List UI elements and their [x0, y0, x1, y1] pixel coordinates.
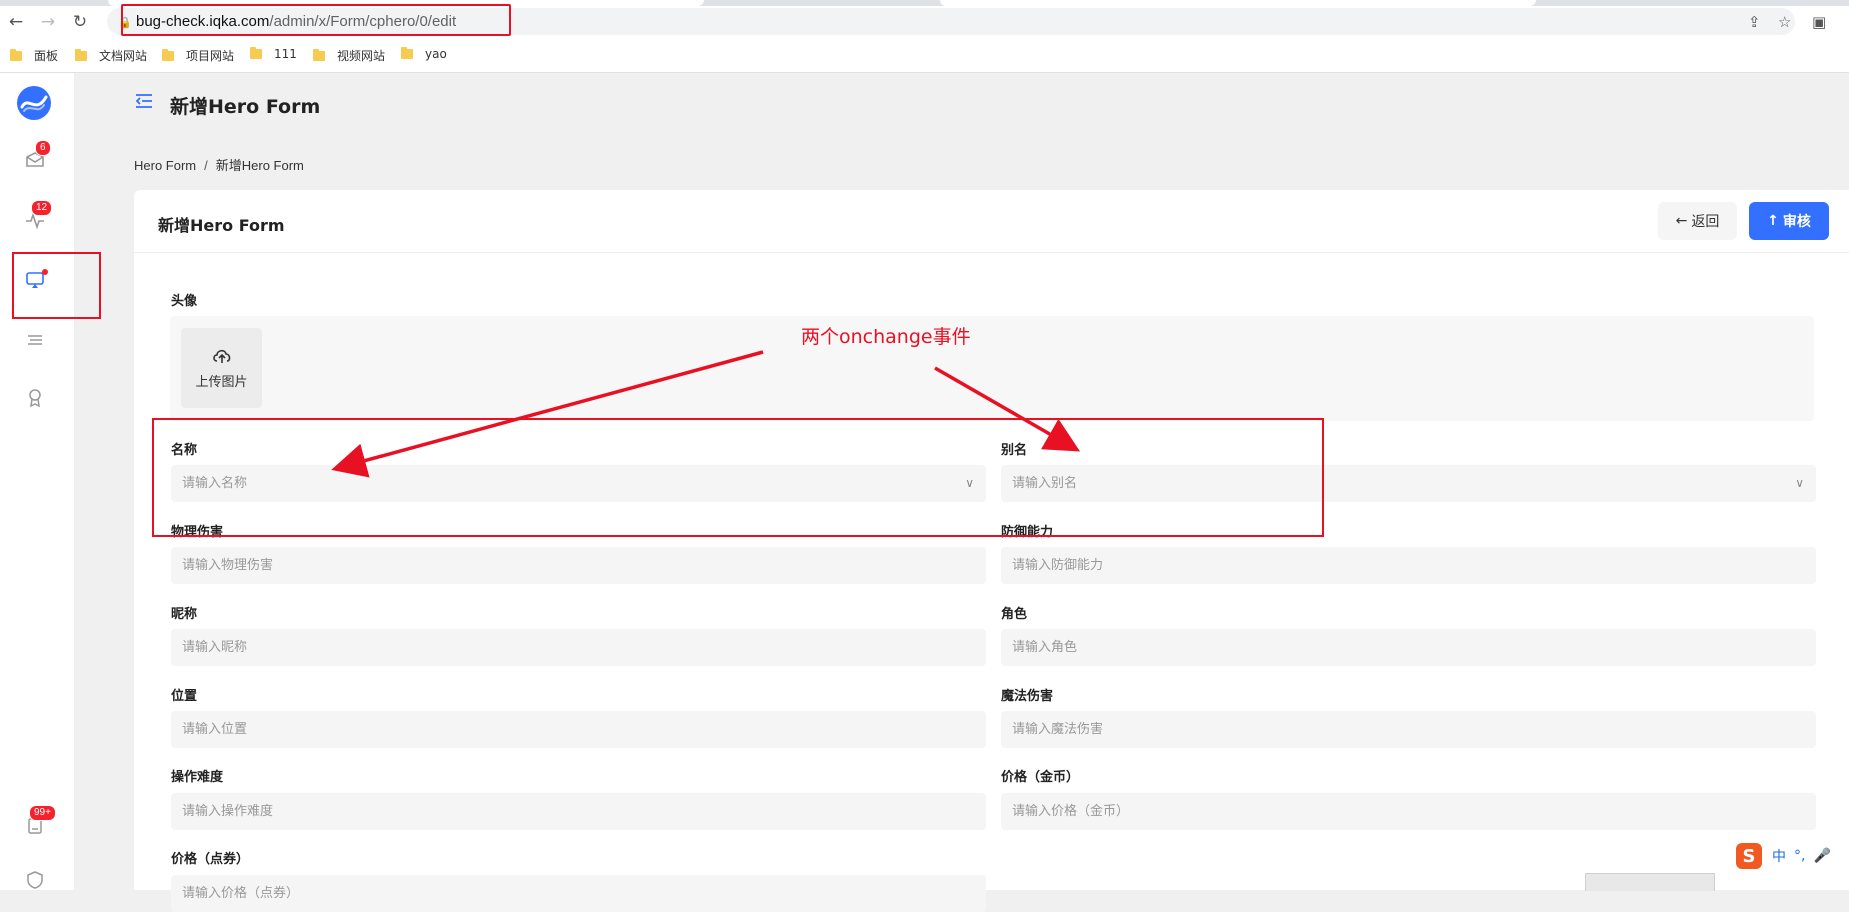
defense-input[interactable]: 请输入防御能力 [1001, 547, 1816, 584]
physical-damage-input[interactable]: 请输入物理伤害 [171, 547, 986, 584]
sidebar-item-docs[interactable]: 99+ [20, 805, 56, 841]
page-title: 新增Hero Form [170, 96, 321, 118]
approve-button-label: 审核 [1782, 214, 1811, 230]
physical-damage-placeholder: 请输入物理伤害 [182, 558, 274, 573]
bookmarks-bar: 面板 文档网站 项目网站 111 视频网站 yao [0, 37, 1849, 73]
award-icon [29, 389, 41, 408]
nickname-input[interactable]: 请输入昵称 [171, 629, 986, 666]
upload-label: 上传图片 [195, 374, 248, 390]
nickname-placeholder: 请输入昵称 [182, 640, 248, 655]
breadcrumb-current: 新增Hero Form [215, 158, 304, 173]
bookmark-item[interactable]: 项目网站 [162, 47, 234, 64]
forward-arrow-icon[interactable]: → [38, 12, 58, 32]
role-input[interactable]: 请输入角色 [1001, 629, 1816, 666]
price-coupon-input[interactable]: 请输入价格（点券） [171, 875, 986, 912]
position-input[interactable]: 请输入位置 [171, 711, 986, 748]
list-icon [28, 335, 42, 345]
bookmark-label: 项目网站 [186, 49, 235, 63]
back-button[interactable]: ← 返回 [1658, 202, 1737, 240]
folder-icon [162, 48, 174, 61]
card-title: 新增Hero Form [158, 216, 285, 235]
defense-placeholder: 请输入防御能力 [1012, 558, 1104, 573]
sidebar-item-shield[interactable] [20, 865, 50, 895]
microphone-icon[interactable]: 🎤 [1813, 848, 1830, 864]
breadcrumb: Hero Form / 新增Hero Form [134, 155, 304, 174]
upload-image-button[interactable]: 上传图片 [181, 328, 262, 408]
sogou-logo-icon: S [1736, 843, 1762, 869]
bookmark-label: 面板 [34, 49, 59, 63]
folder-icon [75, 48, 87, 61]
arrow-left-icon: ← [1675, 213, 1688, 229]
back-arrow-icon[interactable]: ← [6, 12, 26, 32]
price-gold-input[interactable]: 请输入价格（金币） [1001, 793, 1816, 830]
notification-badge: 6 [35, 140, 51, 156]
folder-icon [10, 48, 22, 61]
field-label-price-gold: 价格（金币） [1001, 770, 1080, 785]
reload-icon[interactable]: ↻ [70, 12, 90, 32]
field-label-nickname: 昵称 [171, 607, 198, 622]
sidebar-item-inbox[interactable]: 6 [20, 140, 51, 175]
ime-punct[interactable]: °, [1794, 848, 1805, 864]
arrow-up-icon: ↑ [1767, 213, 1779, 229]
difficulty-input[interactable]: 请输入操作难度 [171, 793, 986, 830]
magic-damage-input[interactable]: 请输入魔法伤害 [1001, 711, 1816, 748]
menu-collapse-icon[interactable] [135, 93, 153, 114]
bookmark-label: yao [425, 47, 447, 61]
system-tray [1585, 873, 1715, 891]
chevron-down-icon: ∨ [1795, 476, 1804, 490]
form-card: 新增Hero Form ← 返回 ↑ 审核 头像 上传图片 名称 请输入名称 ∨ 别名… [134, 190, 1849, 912]
share-icon[interactable]: ⇪ [1748, 13, 1761, 31]
ime-lang[interactable]: 中 [1772, 846, 1786, 866]
bookmark-item[interactable]: yao [401, 47, 447, 61]
field-label-position: 位置 [171, 689, 198, 704]
role-placeholder: 请输入角色 [1012, 640, 1078, 655]
folder-icon [401, 47, 413, 59]
side-panel-icon[interactable]: ▣ [1812, 13, 1826, 31]
avatar-upload-area: 上传图片 [170, 316, 1814, 421]
field-label-price-coupon: 价格（点券） [171, 852, 250, 867]
field-label-role: 角色 [1001, 607, 1028, 622]
breadcrumb-parent[interactable]: Hero Form [134, 158, 196, 173]
bookmark-item[interactable]: 111 [250, 47, 297, 61]
folder-icon [313, 48, 325, 61]
annotation-box [152, 418, 1324, 537]
bookmark-item[interactable]: 文档网站 [75, 47, 147, 64]
sidebar-item-award[interactable] [20, 383, 50, 413]
approve-button[interactable]: ↑ 审核 [1749, 202, 1829, 240]
card-header: 新增Hero Form ← 返回 ↑ 审核 [134, 190, 1849, 253]
ime-toolbar[interactable]: S 中 °, 🎤 [1736, 842, 1844, 870]
bookmark-label: 文档网站 [99, 49, 148, 63]
bookmark-label: 111 [274, 47, 297, 61]
bookmark-item[interactable]: 视频网站 [313, 47, 385, 64]
magic-damage-placeholder: 请输入魔法伤害 [1012, 722, 1104, 737]
cloud-upload-icon [212, 349, 230, 363]
field-label-difficulty: 操作难度 [171, 770, 224, 785]
price-gold-placeholder: 请输入价格（金币） [1012, 804, 1130, 819]
notification-badge: 12 [31, 200, 53, 216]
breadcrumb-separator: / [204, 158, 208, 173]
annotation-text: 两个onchange事件 [801, 326, 971, 348]
price-coupon-placeholder: 请输入价格（点券） [182, 886, 300, 901]
position-placeholder: 请输入位置 [182, 722, 248, 737]
notification-badge: 99+ [29, 805, 56, 821]
field-label-magic-damage: 魔法伤害 [1001, 689, 1054, 704]
app-sidebar: 6 12 99+ [0, 73, 75, 890]
shield-icon [27, 871, 43, 889]
bookmark-item[interactable]: 面板 [10, 47, 58, 64]
sidebar-item-activity[interactable]: 12 [20, 200, 53, 235]
bookmark-label: 视频网站 [337, 49, 386, 63]
sidebar-item-list[interactable] [20, 325, 50, 355]
folder-icon [250, 47, 262, 59]
sidebar-highlight-box [12, 252, 101, 319]
difficulty-placeholder: 请输入操作难度 [182, 804, 274, 819]
avatar-label: 头像 [171, 294, 198, 309]
app-logo-icon[interactable] [16, 85, 52, 121]
url-highlight-box [121, 4, 511, 36]
star-icon[interactable]: ☆ [1778, 13, 1791, 31]
back-button-label: 返回 [1691, 214, 1720, 230]
